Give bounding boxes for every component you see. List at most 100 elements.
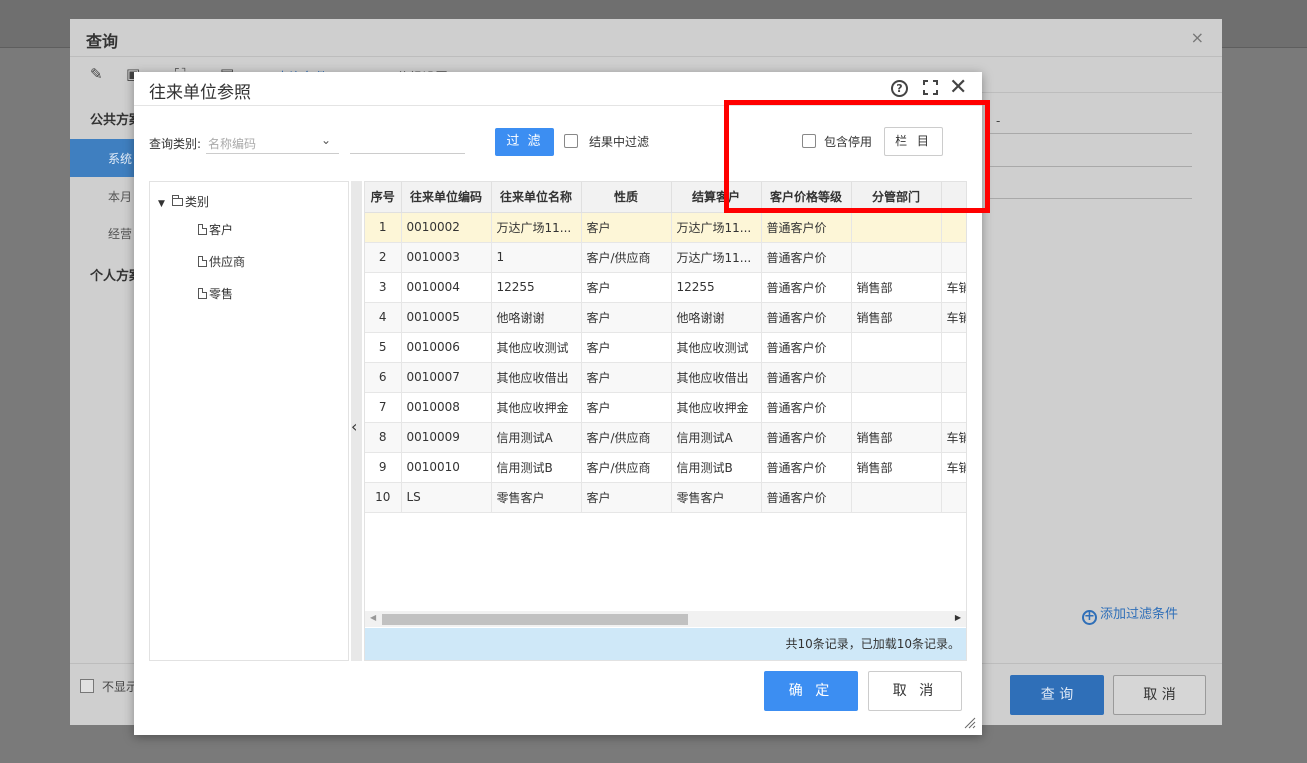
table-cell: 信用测试B (491, 452, 582, 483)
tree-node-root[interactable]: ▼ 类别 (158, 193, 209, 210)
table-cell: 1 (365, 212, 402, 243)
partner-table: 序号 往来单位编码 往来单位名称 性质 结算客户 客户价格等级 分管部门 分管 … (365, 182, 966, 513)
column-header[interactable]: 往来单位名称 (491, 182, 582, 213)
query-cancel-button[interactable]: 取 消 (1113, 675, 1206, 715)
table-cell: 1 (491, 242, 582, 273)
filter-button[interactable]: 过 滤 (495, 128, 554, 156)
query-dialog-close-icon[interactable]: × (1191, 28, 1204, 47)
fullscreen-icon[interactable] (923, 80, 938, 95)
table-cell: 普通客户价 (761, 272, 852, 303)
table-row[interactable]: 40010005他咯谢谢客户他咯谢谢普通客户价销售部车销 (365, 302, 966, 333)
table-cell: 销售部 (851, 452, 942, 483)
search-input[interactable] (350, 130, 465, 154)
sidebar-item-label: 系统 (108, 152, 133, 166)
close-icon[interactable]: ✕ (949, 75, 967, 100)
category-tree: ▼ 类别 客户 供应商 零售 (149, 181, 349, 661)
table-cell: 信用测试A (671, 422, 762, 453)
table-row[interactable]: 5 0010006 其他应收测试 客户 其他应收测试 普通客户价 (365, 332, 966, 363)
table-cell: 0010004 (401, 272, 492, 303)
table-cell: 万达广场11... (491, 212, 582, 243)
filter-in-result-label: 结果中过滤 (589, 135, 650, 149)
category-select[interactable]: 名称编码 ⌄ (206, 130, 339, 154)
table-row[interactable]: 3001000412255客户12255普通客户价销售部车销 (365, 272, 966, 303)
table-cell: 其他应收押金 (491, 392, 582, 423)
hide-checkbox[interactable] (80, 679, 94, 693)
table-cell: 12255 (671, 272, 762, 303)
table-cell: 客户 (581, 482, 672, 513)
table-cell: 6 (365, 362, 402, 393)
table-row[interactable]: 6 0010007 其他应收借出 客户 其他应收借出 普通客户价 (365, 362, 966, 393)
column-header[interactable]: 性质 (581, 182, 672, 213)
table-cell: 2 (365, 242, 402, 273)
table-cell: 0010008 (401, 392, 492, 423)
table-cell: 客户 (581, 212, 672, 243)
condition-field-line[interactable] (990, 166, 1192, 167)
category-label: 查询类别: (149, 137, 202, 151)
table-cell: 9 (365, 452, 402, 483)
table-cell: 客户/供应商 (581, 422, 672, 453)
filter-in-result-checkbox[interactable] (564, 134, 578, 148)
tree-node-label: 类别 (185, 195, 210, 209)
table-cell: 0010003 (401, 242, 492, 273)
confirm-button[interactable]: 确 定 (764, 671, 858, 711)
table-cell: 他咯谢谢 (671, 302, 762, 333)
table-cell: 销售部 (851, 302, 942, 333)
table-cell: 0010009 (401, 422, 492, 453)
condition-field-line[interactable] (990, 133, 1192, 134)
column-header[interactable]: 序号 (365, 182, 402, 213)
table-cell (851, 212, 942, 243)
file-icon (198, 256, 207, 267)
table-cell (851, 482, 942, 513)
tree-node-supplier[interactable]: 供应商 (198, 253, 245, 270)
query-button[interactable]: 查 询 (1010, 675, 1104, 715)
table-cell: LS (401, 482, 492, 513)
collapse-left-icon[interactable]: ‹ (351, 417, 357, 436)
condition-field-line[interactable] (990, 198, 1192, 199)
table-cell: 客户 (581, 332, 672, 363)
tree-node-customer[interactable]: 客户 (198, 221, 233, 238)
table-cell: 12255 (491, 272, 582, 303)
chevron-down-icon: ⌄ (320, 133, 331, 147)
table-cell: 客户 (581, 362, 672, 393)
tree-splitter[interactable]: ‹ (351, 181, 362, 661)
table-cell: 普通客户价 (761, 212, 852, 243)
table-row[interactable]: 80010009信用测试A客户/供应商信用测试A普通客户价销售部车销 (365, 422, 966, 453)
edit-icon[interactable]: ✎ (90, 65, 103, 83)
table-cell: 普通客户价 (761, 302, 852, 333)
tree-node-retail[interactable]: 零售 (198, 285, 233, 302)
resize-handle-icon[interactable] (964, 717, 976, 729)
cancel-button[interactable]: 取 消 (868, 671, 962, 711)
help-icon[interactable]: ? (891, 80, 908, 97)
table-cell: 0010006 (401, 332, 492, 363)
table-row[interactable]: 1 0010002 万达广场11... 客户 万达广场11... 普通客户价 (365, 212, 966, 243)
add-filter-button[interactable]: + 添加过滤条件 (1082, 603, 1178, 625)
table-row[interactable]: 10 LS 零售客户 客户 零售客户 普通客户价 (365, 482, 966, 513)
hide-checkbox-label: 不显示 (102, 680, 139, 694)
highlight-box (724, 100, 990, 213)
query-dialog-title: 查询 (86, 32, 119, 51)
table-row[interactable]: 90010010信用测试B客户/供应商信用测试B普通客户价销售部车销 (365, 452, 966, 483)
table-cell (941, 242, 966, 273)
table-cell: 车销 (941, 302, 966, 333)
column-header[interactable]: 往来单位编码 (401, 182, 492, 213)
table-cell: 信用测试B (671, 452, 762, 483)
table-cell: 普通客户价 (761, 482, 852, 513)
scroll-right-icon[interactable]: ▶ (955, 613, 961, 622)
table-cell: 普通客户价 (761, 392, 852, 423)
table-cell: 5 (365, 332, 402, 363)
table-cell: 其他应收押金 (671, 392, 762, 423)
table-cell: 普通客户价 (761, 362, 852, 393)
table-cell: 0010010 (401, 452, 492, 483)
scroll-left-icon[interactable]: ◀ (370, 613, 376, 622)
sidebar-item-operation[interactable]: 经营 (108, 225, 132, 242)
record-status: 共10条记录，已加载10条记录。 (365, 628, 966, 660)
sidebar-item-this-month[interactable]: 本月 (108, 188, 132, 205)
table-cell: 其他应收测试 (491, 332, 582, 363)
table-row[interactable]: 2 0010003 1 客户/供应商 万达广场11... 普通客户价 (365, 242, 966, 273)
caret-down-icon[interactable]: ▼ (158, 199, 172, 209)
table-cell: 普通客户价 (761, 242, 852, 273)
horizontal-scrollbar[interactable]: ◀ ▶ (365, 611, 966, 627)
partner-grid: 序号 往来单位编码 往来单位名称 性质 结算客户 客户价格等级 分管部门 分管 … (364, 181, 967, 661)
scrollbar-thumb[interactable] (382, 614, 688, 625)
table-row[interactable]: 7 0010008 其他应收押金 客户 其他应收押金 普通客户价 (365, 392, 966, 423)
